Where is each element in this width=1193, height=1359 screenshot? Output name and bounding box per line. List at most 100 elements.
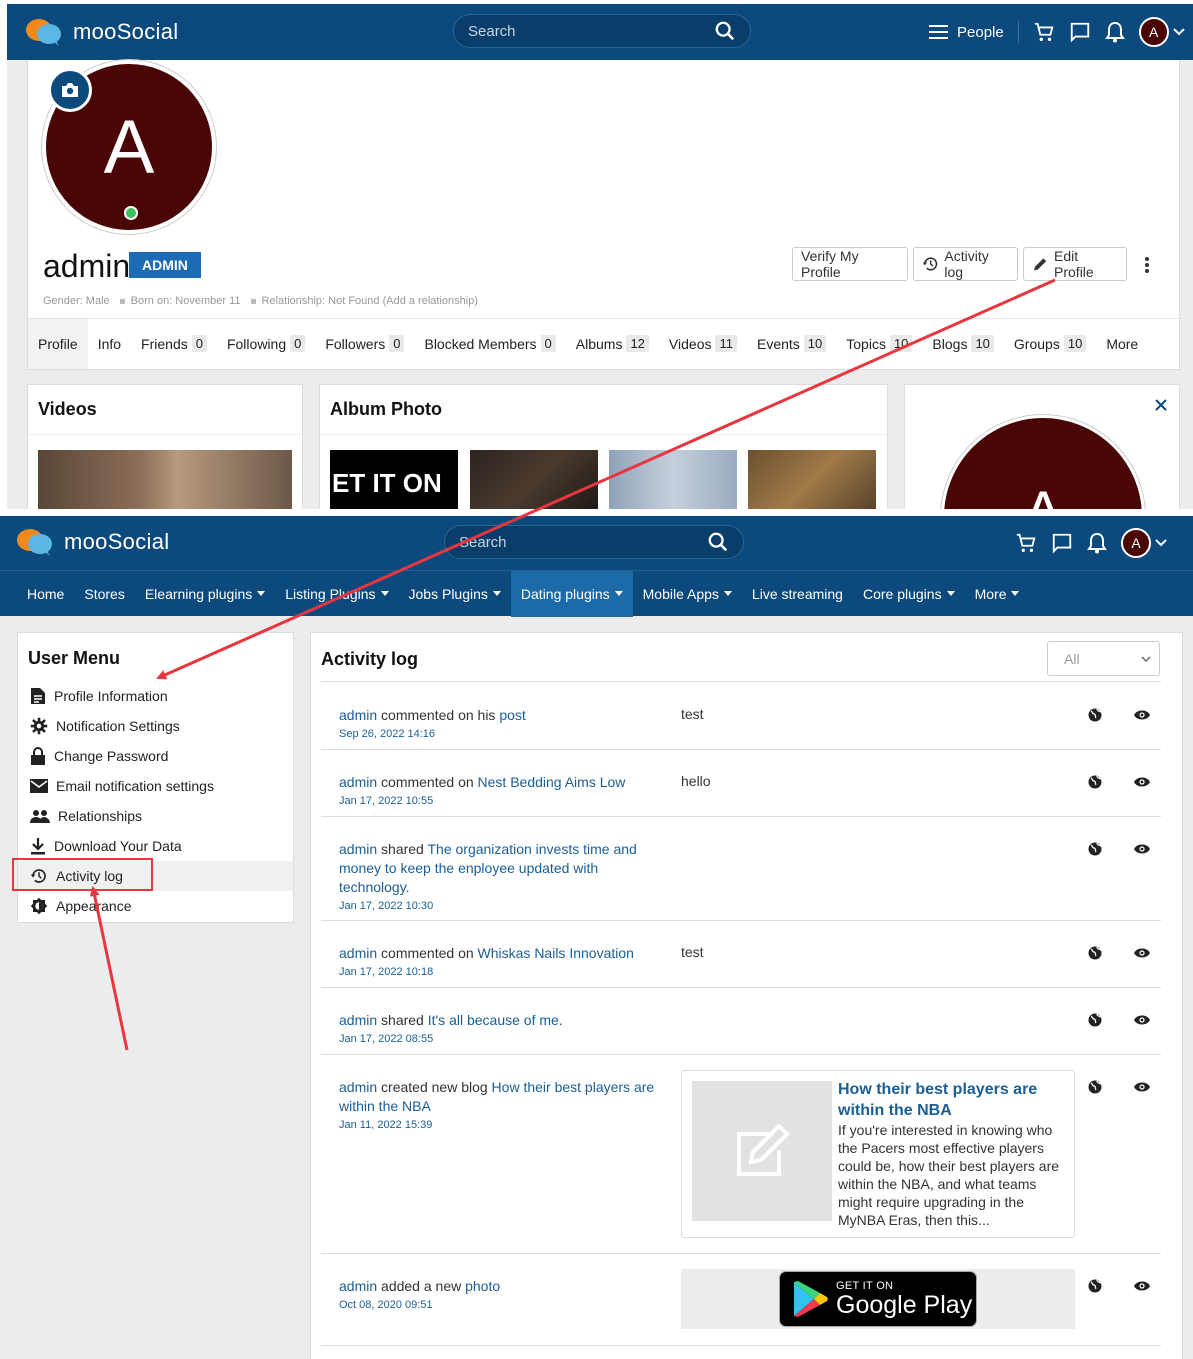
cart-icon[interactable]	[1015, 532, 1037, 554]
object-link[interactable]: It's all because of me.	[428, 1012, 563, 1028]
more-options-icon[interactable]	[1144, 256, 1150, 274]
nav-live-streaming[interactable]: Live streaming	[742, 571, 853, 617]
search-input[interactable]: Search	[444, 525, 744, 559]
edit-profile-button[interactable]: Edit Profile	[1023, 247, 1127, 281]
actor-link[interactable]: admin	[339, 1278, 377, 1294]
globe-icon[interactable]	[1088, 1279, 1102, 1293]
eye-icon[interactable]	[1134, 1082, 1150, 1092]
album-thumbnail[interactable]	[748, 450, 876, 509]
eye-icon[interactable]	[1134, 1281, 1150, 1291]
brand-logo[interactable]: mooSocial	[25, 17, 178, 47]
search-icon[interactable]	[707, 531, 729, 553]
nav-more[interactable]: More	[965, 571, 1030, 617]
account-menu[interactable]: A	[1121, 528, 1167, 558]
main-nav: Home Stores Elearning plugins Listing Pl…	[0, 570, 1193, 617]
tab-label: Followers	[325, 335, 386, 352]
close-icon[interactable]	[1155, 399, 1167, 411]
history-icon	[922, 257, 938, 271]
eye-icon[interactable]	[1134, 1015, 1150, 1025]
object-link[interactable]: Nest Bedding Aims Low	[478, 774, 626, 790]
message-icon[interactable]	[1069, 21, 1091, 43]
activity-log-button[interactable]: Activity log	[913, 247, 1018, 281]
pencil-icon	[1034, 258, 1047, 271]
eye-icon[interactable]	[1134, 777, 1150, 787]
menu-item-appearance[interactable]: Appearance	[18, 891, 293, 921]
search-icon[interactable]	[714, 20, 736, 42]
actor-link[interactable]: admin	[339, 774, 377, 790]
bell-icon[interactable]	[1104, 21, 1125, 43]
nav-core-plugins[interactable]: Core plugins	[853, 571, 965, 617]
nav-listing-plugins[interactable]: Listing Plugins	[275, 571, 398, 617]
tab-blogs[interactable]: Blogs 10	[922, 319, 1004, 369]
tab-more[interactable]: More	[1096, 319, 1148, 369]
activity-filter-select[interactable]: All	[1047, 641, 1160, 676]
video-thumbnail[interactable]	[38, 450, 292, 509]
nav-label: Dating plugins	[520, 585, 610, 602]
globe-icon[interactable]	[1088, 946, 1102, 960]
menu-item-relationships[interactable]: Relationships	[18, 801, 293, 831]
globe-icon[interactable]	[1088, 708, 1102, 722]
people-label: People	[957, 23, 1004, 41]
object-link[interactable]: photo	[465, 1278, 500, 1294]
actor-link[interactable]: admin	[339, 707, 377, 723]
actor-link[interactable]: admin	[339, 945, 377, 961]
nav-elearning-plugins[interactable]: Elearning plugins	[135, 571, 275, 617]
message-icon[interactable]	[1051, 532, 1073, 554]
tab-groups[interactable]: Groups 10	[1004, 319, 1096, 369]
tab-blocked-members[interactable]: Blocked Members 0	[414, 319, 565, 369]
verify-profile-button[interactable]: Verify My Profile	[792, 247, 908, 281]
menu-item-download-your-data[interactable]: Download Your Data	[18, 831, 293, 861]
menu-item-email-notification-settings[interactable]: Email notification settings	[18, 771, 293, 801]
tab-followers[interactable]: Followers 0	[315, 319, 414, 369]
blog-preview-card[interactable]: How their best players are within the NB…	[681, 1070, 1075, 1238]
globe-icon[interactable]	[1088, 1013, 1102, 1027]
globe-icon[interactable]	[1088, 842, 1102, 856]
album-thumbnail[interactable]	[609, 450, 737, 509]
tab-events[interactable]: Events 10	[747, 319, 836, 369]
object-link[interactable]: post	[499, 707, 525, 723]
people-menu[interactable]: People	[929, 24, 1004, 41]
album-thumbnail[interactable]: ET IT ON	[330, 450, 458, 509]
brightness-icon	[30, 897, 48, 915]
tab-friends[interactable]: Friends 0	[131, 319, 217, 369]
actor-link[interactable]: admin	[339, 1012, 377, 1028]
globe-icon[interactable]	[1088, 1080, 1102, 1094]
tab-albums[interactable]: Albums 12	[566, 319, 659, 369]
chevron-down-icon	[1155, 539, 1167, 547]
tab-profile[interactable]: Profile	[28, 318, 88, 369]
blog-preview-title[interactable]: How their best players are within the NB…	[838, 1079, 1063, 1121]
tab-videos[interactable]: Videos 11	[659, 319, 747, 369]
side-avatar: A	[941, 415, 1145, 509]
eye-icon[interactable]	[1134, 710, 1150, 720]
tab-following[interactable]: Following 0	[217, 319, 315, 369]
bell-icon[interactable]	[1087, 532, 1107, 554]
verify-label: Verify My Profile	[801, 248, 859, 280]
eye-icon[interactable]	[1134, 948, 1150, 958]
profile-username: admin	[43, 248, 131, 284]
actor-link[interactable]: admin	[339, 841, 377, 857]
album-thumb-text: ET IT ON	[332, 468, 442, 498]
actor-link[interactable]: admin	[339, 1079, 377, 1095]
globe-icon[interactable]	[1088, 775, 1102, 789]
nav-dating-plugins[interactable]: Dating plugins	[510, 570, 633, 617]
menu-item-change-password[interactable]: Change Password	[18, 741, 293, 771]
tab-count: 10	[1063, 335, 1087, 352]
account-menu[interactable]: A	[1138, 17, 1185, 47]
nav-stores[interactable]: Stores	[74, 571, 134, 617]
nav-mobile-apps[interactable]: Mobile Apps	[633, 571, 742, 617]
nav-home[interactable]: Home	[17, 571, 74, 617]
brand-logo[interactable]: mooSocial	[16, 527, 169, 557]
album-thumbnail[interactable]	[470, 450, 598, 509]
menu-item-notification-settings[interactable]: Notification Settings	[18, 711, 293, 741]
object-link[interactable]: Whiskas Nails Innovation	[478, 945, 634, 961]
activity-date: Jan 17, 2022 10:30	[339, 900, 434, 912]
nav-jobs-plugins[interactable]: Jobs Plugins	[399, 571, 511, 617]
change-photo-button[interactable]	[48, 68, 92, 112]
tab-info[interactable]: Info	[88, 319, 131, 369]
search-input[interactable]: Search	[453, 14, 751, 48]
photo-preview[interactable]: GET IT ON Google Play	[681, 1269, 1075, 1329]
eye-icon[interactable]	[1134, 844, 1150, 854]
cart-icon[interactable]	[1033, 21, 1055, 43]
menu-item-profile-information[interactable]: Profile Information	[18, 681, 293, 711]
tab-topics[interactable]: Topics 10	[836, 319, 922, 369]
